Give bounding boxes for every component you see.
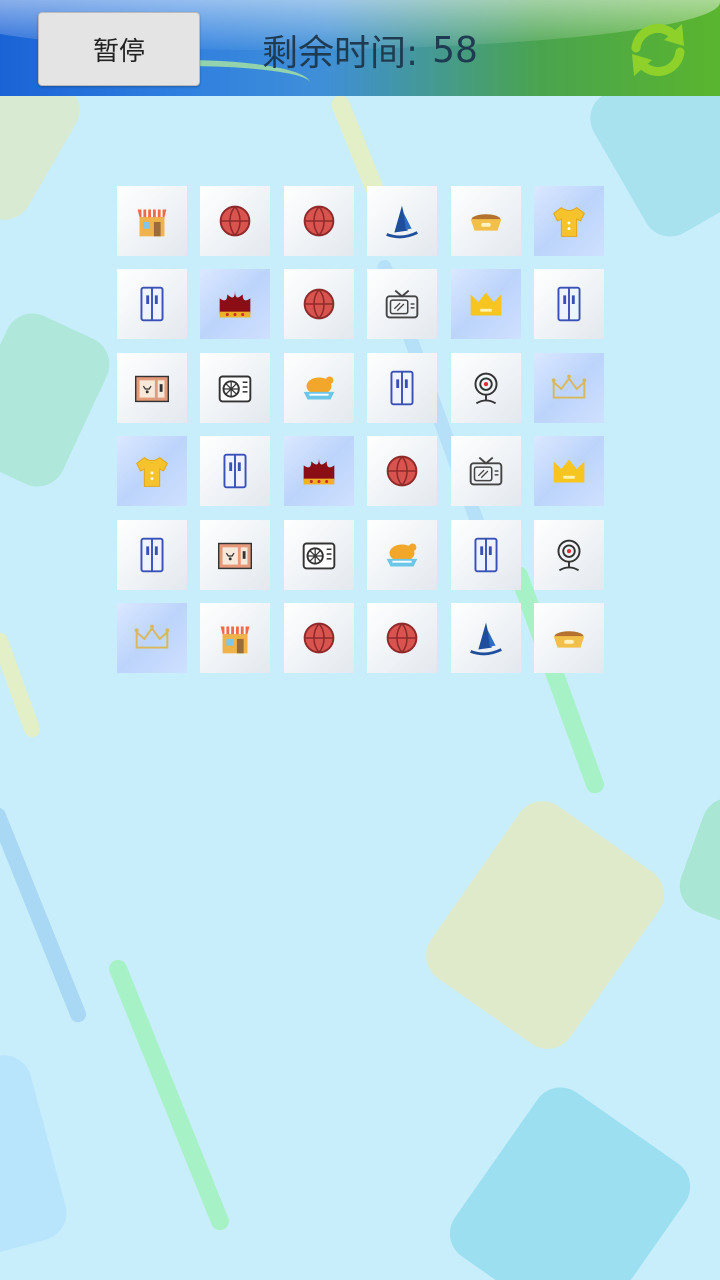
fridge-icon xyxy=(390,370,414,406)
board-tile[interactable] xyxy=(534,520,604,590)
board-tile[interactable] xyxy=(367,603,437,673)
tv-icon xyxy=(469,456,503,486)
board-tile[interactable] xyxy=(117,520,187,590)
board-tile[interactable] xyxy=(284,186,354,256)
air-conditioner-icon xyxy=(302,542,336,570)
board-tile[interactable] xyxy=(367,520,437,590)
timer-display: 剩余时间: 58 xyxy=(262,22,478,78)
ball-icon xyxy=(386,622,418,654)
top-bar: 暂停 剩余时间: 58 xyxy=(0,0,720,96)
sailboat-icon xyxy=(386,205,418,239)
webcam-icon xyxy=(557,539,581,572)
board-tile[interactable] xyxy=(284,603,354,673)
board-tile[interactable] xyxy=(117,186,187,256)
socket-icon xyxy=(134,375,170,403)
board-tile[interactable] xyxy=(451,520,521,590)
board-tile[interactable] xyxy=(284,436,354,506)
board-tile[interactable] xyxy=(200,603,270,673)
board-tile[interactable] xyxy=(534,436,604,506)
roast-chicken-icon xyxy=(303,376,335,400)
board-tile[interactable] xyxy=(534,603,604,673)
board-tile[interactable] xyxy=(284,353,354,423)
ball-icon xyxy=(303,205,335,237)
tv-icon xyxy=(385,289,419,319)
shirt-icon xyxy=(553,206,585,237)
timer-value: 58 xyxy=(432,29,478,71)
board-tile[interactable] xyxy=(451,269,521,339)
fridge-icon xyxy=(223,453,247,489)
board-tile[interactable] xyxy=(117,603,187,673)
board-tile[interactable] xyxy=(117,436,187,506)
board-tile[interactable] xyxy=(367,353,437,423)
board-tile[interactable] xyxy=(200,520,270,590)
timer-label: 剩余时间: xyxy=(262,33,419,74)
board-tile[interactable] xyxy=(367,269,437,339)
crown-outline-icon xyxy=(134,624,170,649)
shop-icon xyxy=(137,209,167,237)
board-tile[interactable] xyxy=(534,186,604,256)
crown-gold-icon xyxy=(553,459,585,483)
pet-bowl-icon xyxy=(553,631,585,648)
board-tile[interactable] xyxy=(200,186,270,256)
board-tile[interactable] xyxy=(451,186,521,256)
roast-chicken-icon xyxy=(386,543,418,567)
shop-icon xyxy=(220,626,250,654)
board-tile[interactable] xyxy=(117,269,187,339)
game-board xyxy=(117,186,604,673)
crown-gold-icon xyxy=(470,292,502,316)
board-tile[interactable] xyxy=(200,353,270,423)
board-tile[interactable] xyxy=(200,269,270,339)
shirt-icon xyxy=(136,456,168,487)
crown-red-icon xyxy=(219,290,251,318)
ball-icon xyxy=(386,455,418,487)
fridge-icon xyxy=(474,537,498,573)
socket-icon xyxy=(217,542,253,570)
board-tile[interactable] xyxy=(451,353,521,423)
board-tile[interactable] xyxy=(534,353,604,423)
sailboat-icon xyxy=(470,622,502,656)
fridge-icon xyxy=(140,537,164,573)
board-tile[interactable] xyxy=(284,520,354,590)
board-tile[interactable] xyxy=(451,436,521,506)
crown-red-icon xyxy=(303,457,335,485)
board-tile[interactable] xyxy=(284,269,354,339)
board-tile[interactable] xyxy=(534,269,604,339)
board-tile[interactable] xyxy=(451,603,521,673)
fridge-icon xyxy=(140,286,164,322)
pet-bowl-icon xyxy=(470,214,502,231)
ball-icon xyxy=(219,205,251,237)
fridge-icon xyxy=(557,286,581,322)
air-conditioner-icon xyxy=(218,375,252,403)
board-tile[interactable] xyxy=(367,436,437,506)
crown-outline-icon xyxy=(551,374,587,399)
ball-icon xyxy=(303,288,335,320)
board-tile[interactable] xyxy=(200,436,270,506)
board-tile[interactable] xyxy=(117,353,187,423)
webcam-icon xyxy=(474,372,498,405)
board-tile[interactable] xyxy=(367,186,437,256)
pause-button[interactable]: 暂停 xyxy=(38,12,200,86)
ball-icon xyxy=(303,622,335,654)
refresh-icon[interactable] xyxy=(626,18,690,82)
